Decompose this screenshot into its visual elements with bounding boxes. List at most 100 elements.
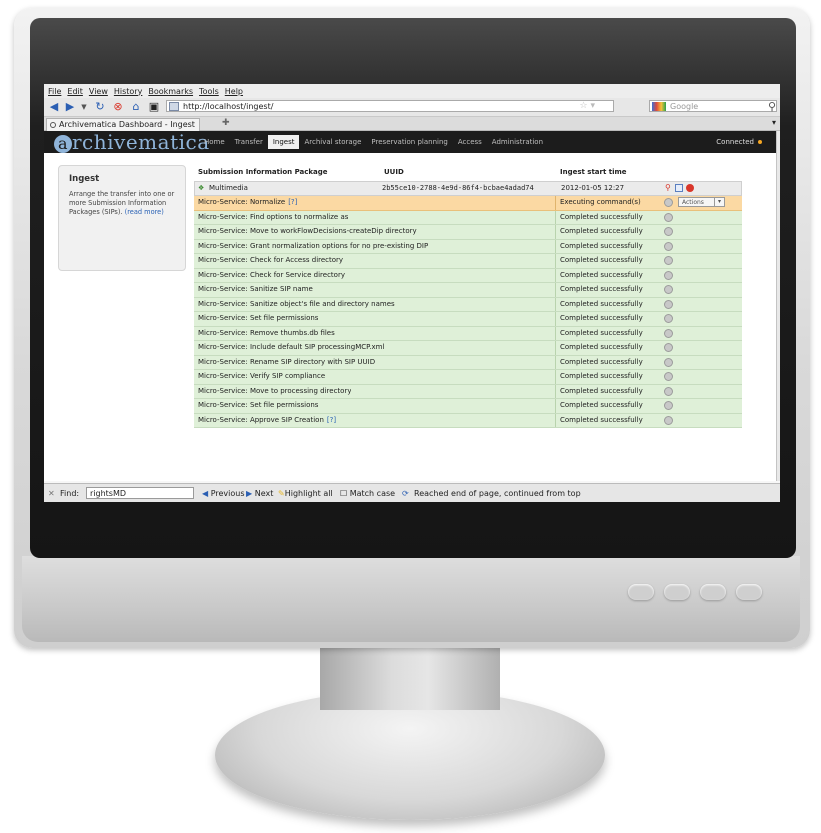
microservice-label: Micro-Service: Approve SIP Creation: [198, 415, 324, 424]
menu-edit[interactable]: Edit: [67, 87, 83, 96]
search-engine-icon[interactable]: [652, 102, 666, 111]
new-tab-icon[interactable]: ✚: [222, 118, 230, 128]
microservice-label: Micro-Service: Include default SIP proce…: [198, 343, 385, 351]
gear-icon[interactable]: [664, 285, 673, 294]
microservice-row[interactable]: Micro-Service: Set file permissions Compl…: [194, 312, 742, 327]
gear-icon[interactable]: [664, 328, 673, 338]
column-divider: [555, 268, 556, 282]
search-icon[interactable]: ⚲: [766, 101, 778, 113]
metadata-icon[interactable]: [675, 184, 683, 192]
app-nav: Home Transfer Ingest Archival storage Pr…: [199, 135, 548, 149]
microservice-row[interactable]: Micro-Service: Find options to normalize…: [194, 210, 742, 225]
microservice-row[interactable]: Micro-Service: Verify SIP compliance Comp…: [194, 370, 742, 385]
gear-icon[interactable]: [664, 401, 673, 410]
gear-icon[interactable]: [664, 415, 673, 425]
menu-bookmarks[interactable]: Bookmarks: [148, 87, 193, 96]
gear-icon[interactable]: [664, 227, 673, 236]
url-bar[interactable]: http://localhost/ingest/ ☆ ▾: [166, 100, 614, 112]
microservice-row[interactable]: Micro-Service: Check for Service directo…: [194, 268, 742, 283]
microservice-row[interactable]: Micro-Service: Move to processing direct…: [194, 384, 742, 399]
gear-icon[interactable]: [664, 372, 673, 381]
microservice-row[interactable]: Micro-Service: Remove thumbs.db files Com…: [194, 326, 742, 341]
delete-search-icon[interactable]: ⚲: [665, 184, 673, 192]
gear-icon[interactable]: [664, 314, 673, 323]
actions-label: Actions: [682, 199, 704, 206]
page-scrollbar[interactable]: [776, 131, 780, 481]
menu-view[interactable]: View: [89, 87, 108, 96]
monitor-button: [700, 584, 726, 600]
sip-row[interactable]: ❖ Multimedia 2b55ce10-2788-4e9d-86f4-bcb…: [194, 181, 742, 196]
forward-icon[interactable]: ▶: [64, 101, 76, 113]
tab-title: Archivematica Dashboard - Ingest: [59, 120, 195, 129]
dropdown-icon[interactable]: ▼: [78, 101, 90, 113]
microservice-name: Micro-Service: Rename SIP directory with…: [198, 356, 375, 369]
reload-icon[interactable]: ↻: [94, 101, 106, 113]
microservice-label: Micro-Service: Find options to normalize…: [198, 212, 349, 221]
find-input[interactable]: rightsMD: [86, 487, 194, 499]
gear-icon[interactable]: [664, 343, 673, 352]
match-case-checkbox[interactable]: ☐ Match case: [340, 484, 395, 502]
highlight-all-button[interactable]: ✎Highlight all: [278, 484, 333, 502]
home-icon[interactable]: ⌂: [130, 101, 142, 113]
menu-file[interactable]: File: [48, 87, 61, 96]
find-next-button[interactable]: ▶ Next: [246, 484, 273, 502]
archivematica-logo[interactable]: a rchivematica: [54, 131, 210, 153]
site-icon: [169, 102, 179, 111]
microservice-row[interactable]: Micro-Service: Normalize [?] Executing com…: [194, 196, 742, 211]
menu-help[interactable]: Help: [225, 87, 243, 96]
microservice-row[interactable]: Micro-Service: Set file permissions Compl…: [194, 399, 742, 414]
tab-list-icon[interactable]: ▾: [772, 118, 776, 127]
microservice-name: Micro-Service: Set file permissions: [198, 399, 318, 412]
find-previous-button[interactable]: ◀ Previous: [202, 484, 245, 502]
next-arrow-icon: ▶: [246, 489, 255, 498]
nav-access[interactable]: Access: [453, 135, 487, 149]
browser-toolbar: ◀ ▶ ▼ ↻ ⊗ ⌂ ▣ http://localhost/ingest/ ☆…: [44, 98, 780, 117]
menu-history[interactable]: History: [114, 87, 142, 96]
microservice-status: Completed successfully: [560, 343, 643, 351]
bookmark-star-icon[interactable]: ☆ ▾: [580, 100, 595, 112]
gear-icon[interactable]: [664, 270, 673, 280]
microservice-row[interactable]: Micro-Service: Sanitize SIP name Complete…: [194, 283, 742, 298]
actions-select[interactable]: Actions ▾: [678, 197, 725, 207]
gear-icon[interactable]: [664, 357, 673, 367]
microservice-row[interactable]: Micro-Service: Move to workFlowDecisions…: [194, 225, 742, 240]
help-link[interactable]: [?]: [288, 198, 297, 206]
gear-icon[interactable]: [664, 256, 673, 265]
gear-icon[interactable]: [664, 299, 673, 309]
microservice-row[interactable]: Micro-Service: Include default SIP proce…: [194, 341, 742, 356]
menu-tools[interactable]: Tools: [199, 87, 219, 96]
gear-icon[interactable]: [664, 212, 673, 222]
remove-icon[interactable]: [686, 184, 694, 192]
microservice-status: Completed successfully: [560, 386, 643, 395]
nav-preservation-planning[interactable]: Preservation planning: [366, 135, 452, 149]
help-link[interactable]: [?]: [327, 416, 336, 424]
microservice-row[interactable]: Micro-Service: Grant normalization optio…: [194, 239, 742, 254]
close-find-icon[interactable]: ✕: [48, 484, 55, 502]
next-label: Next: [254, 489, 274, 498]
table-header: Submission Information Package UUID Inge…: [194, 164, 742, 181]
microservice-status: Executing command(s): [560, 198, 641, 206]
nav-transfer[interactable]: Transfer: [230, 135, 268, 149]
nav-administration[interactable]: Administration: [487, 135, 548, 149]
microservice-row[interactable]: Micro-Service: Sanitize object's file an…: [194, 297, 742, 312]
header-start-time: Ingest start time: [560, 168, 627, 176]
stop-icon[interactable]: ⊗: [112, 101, 124, 113]
microservice-name: Micro-Service: Sanitize SIP name: [198, 283, 313, 296]
nav-archival-storage[interactable]: Archival storage: [299, 135, 366, 149]
gear-icon[interactable]: [664, 386, 673, 396]
back-icon[interactable]: ◀: [48, 101, 60, 113]
read-more-link[interactable]: (read more): [125, 208, 164, 216]
search-input[interactable]: Google: [649, 100, 777, 112]
gear-icon[interactable]: [664, 198, 673, 207]
nav-ingest[interactable]: Ingest: [267, 135, 300, 149]
microservice-name: Micro-Service: Grant normalization optio…: [198, 240, 428, 253]
microservice-row[interactable]: Micro-Service: Rename SIP directory with…: [194, 355, 742, 370]
column-divider: [555, 254, 556, 268]
microservice-name: Micro-Service: Remove thumbs.db files: [198, 327, 335, 340]
nav-home[interactable]: Home: [199, 135, 230, 149]
microservice-row[interactable]: Micro-Service: Approve SIP Creation [?] Co…: [194, 413, 742, 428]
microservice-status: Completed successfully: [560, 270, 643, 279]
find-bar: ✕ Find: rightsMD ◀ Previous ▶ Next ✎High…: [44, 483, 780, 502]
microservice-row[interactable]: Micro-Service: Check for Access director…: [194, 254, 742, 269]
gear-icon[interactable]: [664, 241, 673, 251]
